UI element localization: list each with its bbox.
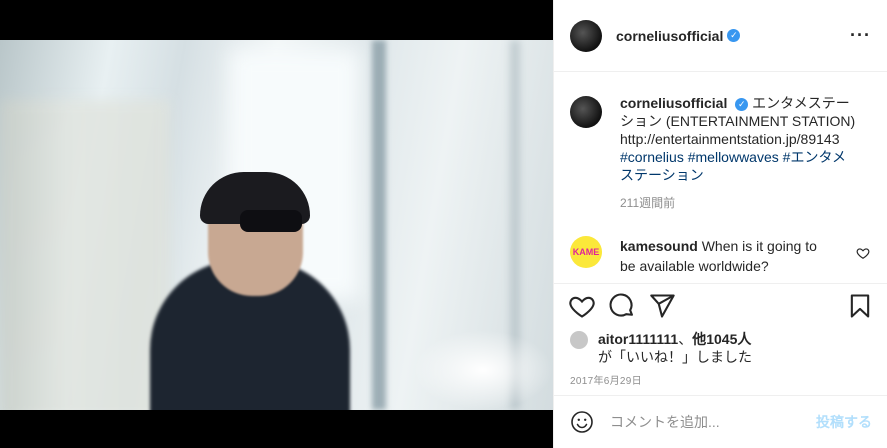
caption-timestamp[interactable]: 211週間前 (620, 194, 860, 212)
comment-bubble-icon[interactable] (608, 292, 636, 320)
post-side-panel: corneliusofficial ✓ ··· corneliusofficia… (553, 0, 887, 448)
emoji-smiley-icon[interactable] (570, 410, 594, 434)
caption-text-block: corneliusofficial ✓ エンタメステーション (ENTERTAI… (620, 94, 860, 212)
likes-suffix: が「いいね！」しました (598, 349, 752, 365)
likes-separator: 、 (678, 331, 693, 347)
caption-author-avatar[interactable] (570, 96, 602, 128)
hashtag-link[interactable]: #cornelius (620, 149, 684, 165)
commenter-avatar[interactable]: KAME (570, 236, 602, 268)
comment-input[interactable] (608, 413, 812, 431)
save-bookmark-icon[interactable] (846, 292, 874, 320)
comment-like-heart-icon[interactable] (856, 246, 870, 260)
post-caption: corneliusofficial ✓ エンタメステーション (ENTERTAI… (570, 94, 870, 212)
caption-username[interactable]: corneliusofficial (620, 95, 727, 111)
photo-sunglasses (240, 210, 302, 232)
photo-pole (372, 40, 386, 410)
verified-badge-icon: ✓ (735, 97, 749, 111)
verified-badge-icon: ✓ (727, 29, 741, 42)
like-heart-icon[interactable] (568, 292, 596, 320)
photo-light-glow (413, 330, 553, 410)
likes-summary: aitor1111111、他1045人 が「いいね！」しました (570, 330, 752, 366)
post-photo[interactable] (0, 40, 553, 410)
comment-username[interactable]: kamesound (620, 238, 698, 254)
comment-item: KAME kamesound When is it going to be av… (570, 236, 870, 276)
author-username[interactable]: corneliusofficial (616, 28, 723, 44)
caption-link[interactable]: http://entertainmentstation.jp/89143 (620, 131, 839, 147)
post-header: corneliusofficial ✓ ··· (554, 0, 887, 72)
likes-text: aitor1111111、他1045人 が「いいね！」しました (598, 330, 752, 366)
hashtag-link[interactable]: #mellowwaves (688, 149, 779, 165)
liker-avatar[interactable] (570, 331, 588, 349)
post-actions-bar (554, 283, 887, 331)
comment-text-block: kamesound When is it going to be availab… (620, 236, 830, 276)
add-comment-bar: 投稿する (554, 395, 887, 448)
author-avatar[interactable] (570, 19, 602, 52)
post-comment-button[interactable]: 投稿する (816, 412, 872, 432)
caption-hashtags: #cornelius #mellowwaves #エンタメステーション (620, 149, 846, 183)
instagram-post: corneliusofficial ✓ ··· corneliusofficia… (0, 0, 887, 448)
liker-username[interactable]: aitor1111111 (598, 331, 678, 347)
more-options-icon[interactable]: ··· (850, 25, 871, 46)
post-media[interactable] (0, 0, 553, 448)
post-date[interactable]: 2017年6月29日 (570, 372, 642, 387)
likes-others-count[interactable]: 他1045人 (692, 331, 751, 347)
share-paper-plane-icon[interactable] (648, 292, 676, 320)
photo-bookshelf (0, 100, 170, 410)
